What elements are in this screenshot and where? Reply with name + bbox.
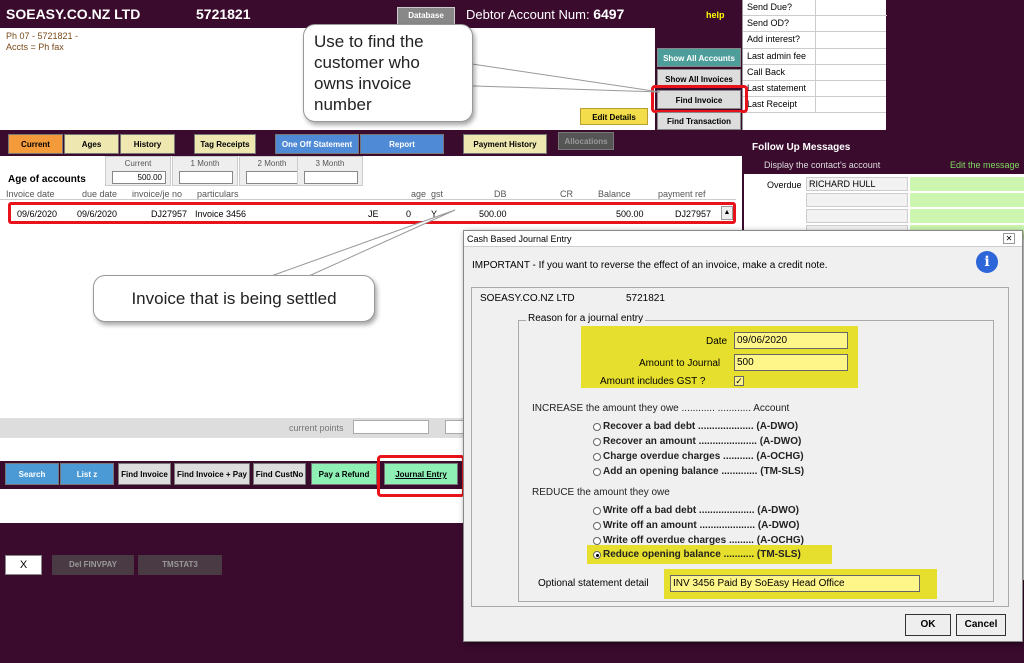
dialog-company: SOEASY.CO.NZ LTD xyxy=(480,293,575,304)
callout-find-invoice: Use to find the customer who owns invoic… xyxy=(303,24,473,122)
reduce-option: Write off an amount ....................… xyxy=(603,520,800,531)
journal-entry-dialog: Cash Based Journal Entry ✕ IMPORTANT - I… xyxy=(463,230,1023,642)
radio-reduce-3[interactable] xyxy=(593,551,601,559)
info-icon: i xyxy=(976,251,998,273)
statement-detail-input[interactable]: INV 3456 Paid By SoEasy Head Office xyxy=(670,575,920,592)
dialog-title: Cash Based Journal Entry xyxy=(464,231,1022,247)
radio-reduce-0[interactable] xyxy=(593,507,601,515)
dialog-code: 5721821 xyxy=(626,293,665,304)
ok-button[interactable]: OK xyxy=(905,614,951,636)
reduce-option: Write off a bad debt ...................… xyxy=(603,505,799,516)
reduce-title: REDUCE the amount they owe xyxy=(532,487,670,498)
increase-option: Recover an amount ..................... … xyxy=(603,436,802,447)
amount-input[interactable]: 500 xyxy=(734,354,848,371)
radio-reduce-1[interactable] xyxy=(593,522,601,530)
increase-option: Recover a bad debt .................... … xyxy=(603,421,799,432)
reduce-option: Reduce opening balance ........... (TM-S… xyxy=(603,549,801,560)
reason-title: Reason for a journal entry xyxy=(526,313,646,324)
important-note: IMPORTANT - If you want to reverse the e… xyxy=(472,260,828,271)
gst-label: Amount includes GST ? xyxy=(600,376,706,387)
increase-title: INCREASE the amount they owe ...........… xyxy=(532,403,790,414)
date-label: Date xyxy=(706,336,728,347)
detail-label: Optional statement detail xyxy=(538,578,649,589)
close-icon[interactable]: ✕ xyxy=(1003,233,1015,244)
radio-increase-3[interactable] xyxy=(593,468,601,476)
radio-reduce-2[interactable] xyxy=(593,537,601,545)
date-input[interactable]: 09/06/2020 xyxy=(734,332,848,349)
amount-label: Amount to Journal xyxy=(639,358,721,369)
cancel-button[interactable]: Cancel xyxy=(956,614,1006,636)
radio-increase-2[interactable] xyxy=(593,453,601,461)
radio-increase-1[interactable] xyxy=(593,438,601,446)
increase-option: Add an opening balance ............. (TM… xyxy=(603,466,805,477)
gst-checkbox[interactable]: ✓ xyxy=(734,376,744,386)
radio-increase-0[interactable] xyxy=(593,423,601,431)
increase-option: Charge overdue charges ........... (A-OC… xyxy=(603,451,804,462)
callout-invoice-settled: Invoice that is being settled xyxy=(93,275,375,322)
